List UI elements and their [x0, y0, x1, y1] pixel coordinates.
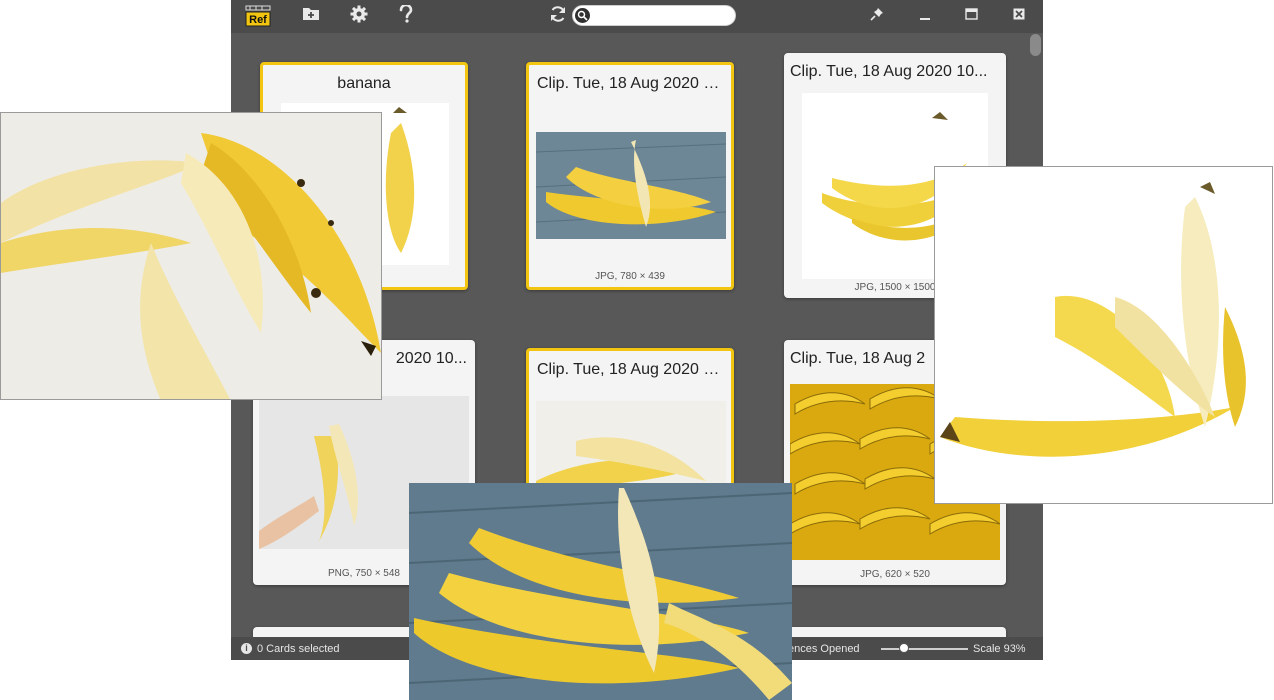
reference-card[interactable]: Clip. Tue, 18 Aug 2020 1... JPG, 780 × 4… [526, 62, 734, 290]
add-folder-button[interactable] [298, 4, 324, 28]
maximize-button[interactable] [958, 4, 984, 28]
help-button[interactable] [393, 3, 419, 28]
cards-selected-text: 0 Cards selected [257, 643, 340, 655]
card-title: banana [337, 75, 391, 92]
refresh-icon [549, 5, 567, 28]
refresh-button[interactable] [545, 4, 571, 28]
card-info: JPG, 780 × 439 [595, 271, 665, 282]
floating-reference-image[interactable] [409, 483, 792, 700]
toolbar: Ref [231, 0, 1043, 33]
reference-card[interactable]: Clip. Tue, 18 Aug 2020 1... [526, 348, 734, 488]
search-icon [575, 8, 590, 23]
scrollbar-thumb[interactable] [1030, 34, 1041, 56]
card-thumbnail [536, 132, 726, 239]
ref-logo-icon[interactable]: Ref [244, 4, 272, 28]
references-opened-text: ences Opened [788, 643, 860, 655]
search-box[interactable] [572, 5, 736, 26]
close-icon [1013, 7, 1025, 25]
add-folder-icon [302, 6, 320, 26]
card-title: Clip. Tue, 18 Aug 2020 10... [790, 63, 988, 80]
card-info: JPG, 620 × 520 [860, 569, 930, 580]
scale-slider[interactable] [881, 643, 968, 653]
card-title: Clip. Tue, 18 Aug 2020 1... [537, 75, 723, 92]
info-icon: i [241, 643, 252, 654]
scale-text: Scale 93% [973, 643, 1026, 655]
pin-icon [870, 7, 884, 26]
scale-slider-knob[interactable] [899, 643, 909, 653]
logo-text: Ref [249, 14, 267, 26]
floating-reference-image[interactable] [0, 112, 382, 400]
help-icon [399, 3, 413, 28]
pin-button[interactable] [864, 4, 890, 28]
card-title: Clip. Tue, 18 Aug 2020 1... [537, 361, 723, 378]
gear-icon [350, 5, 368, 28]
card-thumbnail [536, 401, 726, 485]
close-button[interactable] [1006, 4, 1032, 28]
settings-button[interactable] [346, 4, 372, 28]
minimize-icon [919, 7, 931, 25]
search-input[interactable] [593, 7, 735, 26]
maximize-icon [964, 7, 978, 25]
floating-reference-image[interactable] [934, 166, 1273, 504]
minimize-button[interactable] [912, 4, 938, 28]
